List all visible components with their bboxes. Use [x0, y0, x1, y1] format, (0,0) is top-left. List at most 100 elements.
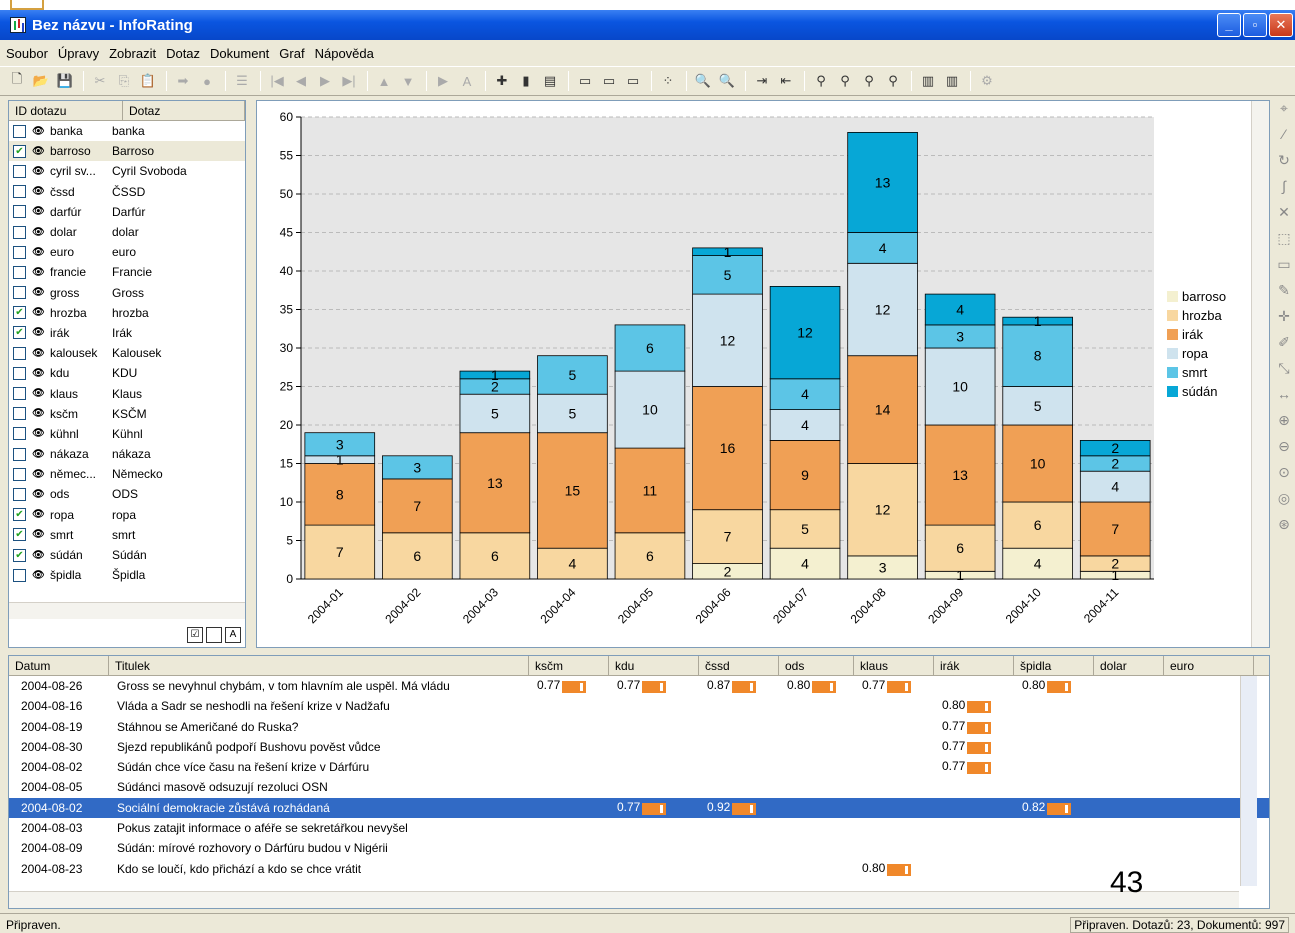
save-icon[interactable]: 💾	[54, 70, 76, 92]
query-checkbox[interactable]	[13, 387, 26, 401]
column-header[interactable]: Datum	[9, 656, 109, 675]
bar-chart-icon[interactable]: ▮	[515, 70, 537, 92]
search356-icon[interactable]: ⚲	[882, 70, 904, 92]
query-checkbox[interactable]	[13, 205, 26, 219]
paste-icon[interactable]: 📋	[137, 70, 159, 92]
query-checkbox[interactable]	[13, 447, 26, 461]
query-checkbox[interactable]	[13, 164, 26, 178]
table-row[interactable]: 2004-08-19 Stáhnou se Američané do Ruska?…	[9, 717, 1269, 737]
down-icon[interactable]: ▼	[397, 70, 419, 92]
copy-icon[interactable]: ⎘	[113, 70, 135, 92]
query-checkbox[interactable]: ✔	[13, 144, 26, 158]
zoom-in-icon[interactable]: ⊕	[1273, 412, 1295, 438]
query-row[interactable]: 👁 cyril sv... Cyril Svoboda	[9, 161, 245, 181]
document-horizontal-scrollbar[interactable]	[9, 891, 1239, 908]
query-checkbox[interactable]: ✔	[13, 508, 26, 522]
tool-cursor-icon[interactable]: ✛	[1273, 308, 1295, 334]
first-icon[interactable]: |◀	[266, 70, 288, 92]
next-icon[interactable]: ▶	[314, 70, 336, 92]
query-row[interactable]: 👁 kühnl Kühnl	[9, 424, 245, 444]
font-icon[interactable]: A	[456, 70, 478, 92]
tool-resize-icon[interactable]: ↔	[1273, 386, 1295, 412]
layout3-icon[interactable]: ▭	[622, 70, 644, 92]
open-icon[interactable]: 📂	[30, 70, 52, 92]
cut-icon[interactable]: ✂	[89, 70, 111, 92]
column-header-query-id[interactable]: ID dotazu	[9, 101, 123, 120]
query-row[interactable]: 👁 kalousek Kalousek	[9, 343, 245, 363]
menu-2[interactable]: Zobrazit	[109, 46, 156, 61]
search1-icon[interactable]: ⚲	[810, 70, 832, 92]
zoom-out-icon[interactable]: ⊖	[1273, 438, 1295, 464]
query-row[interactable]: 👁 gross Gross	[9, 283, 245, 303]
table-row[interactable]: 2004-08-05 Súdánci masově odsuzují rezolu…	[9, 777, 1269, 797]
bars1-icon[interactable]: ▥	[917, 70, 939, 92]
last-icon[interactable]: ▶|	[338, 70, 360, 92]
tool-edit-icon[interactable]: ✐	[1273, 334, 1295, 360]
layout1-icon[interactable]: ▭	[574, 70, 596, 92]
table-row[interactable]: 2004-08-23 Kdo se loučí, kdo přichází a k…	[9, 859, 1269, 879]
tool-arrows-icon[interactable]: ⤡	[1273, 360, 1295, 386]
settings-icon[interactable]: ⚙	[976, 70, 998, 92]
column-header[interactable]: čssd	[699, 656, 779, 675]
table-row[interactable]: 2004-08-30 Sjezd republikánů podpoří Bush…	[9, 737, 1269, 757]
check-all-icon[interactable]: ☑	[187, 627, 203, 643]
zoom-prev-icon[interactable]: ◎	[1273, 490, 1295, 516]
import-icon[interactable]: ⇤	[775, 70, 797, 92]
query-row[interactable]: 👁 dolar dolar	[9, 222, 245, 242]
query-checkbox[interactable]	[13, 568, 26, 582]
menu-4[interactable]: Dokument	[210, 46, 269, 61]
query-checkbox[interactable]	[13, 265, 26, 279]
close-button[interactable]: ✕	[1269, 13, 1293, 37]
table-row[interactable]: 2004-08-03 Pokus zatajit informace o aféř…	[9, 818, 1269, 838]
query-checkbox[interactable]: ✔	[13, 528, 26, 542]
query-row[interactable]: 👁 špidla Špidla	[9, 565, 245, 585]
table-row[interactable]: 2004-08-16 Vláda a Sadr se neshodli na ře…	[9, 696, 1269, 716]
layout2-icon[interactable]: ▭	[598, 70, 620, 92]
tool-cross-icon[interactable]: ✕	[1273, 204, 1295, 230]
query-checkbox[interactable]	[13, 407, 26, 421]
query-checkbox[interactable]: ✔	[13, 326, 26, 340]
tool-move-icon[interactable]: ⌖	[1273, 100, 1295, 126]
query-row[interactable]: ✔ 👁 hrozba hrozba	[9, 303, 245, 323]
export-icon[interactable]: ⇥	[751, 70, 773, 92]
zoom-b-icon[interactable]: 🔍	[716, 70, 738, 92]
tool-rotate-icon[interactable]: ↻	[1273, 152, 1295, 178]
query-row[interactable]: 👁 banka banka	[9, 121, 245, 141]
query-row[interactable]: ✔ 👁 súdán Súdán	[9, 545, 245, 565]
table-row[interactable]: 2004-08-02 Súdán chce více času na řešení…	[9, 757, 1269, 777]
menu-1[interactable]: Úpravy	[58, 46, 99, 61]
column-header[interactable]: klaus	[854, 656, 934, 675]
zoom-fit-icon[interactable]: ⊙	[1273, 464, 1295, 490]
query-checkbox[interactable]	[13, 487, 26, 501]
query-checkbox[interactable]	[13, 427, 26, 441]
column-header[interactable]: ksčm	[529, 656, 609, 675]
query-row[interactable]: ✔ 👁 ropa ropa	[9, 505, 245, 525]
query-row[interactable]: 👁 darfúr Darfúr	[9, 202, 245, 222]
query-row[interactable]: 👁 němec... Německo	[9, 464, 245, 484]
column-header[interactable]: Titulek	[109, 656, 529, 675]
search7-icon[interactable]: ⚲	[834, 70, 856, 92]
bars2-icon[interactable]: ▥	[941, 70, 963, 92]
play-icon[interactable]: ▶	[432, 70, 454, 92]
list-icon[interactable]: ☰	[231, 70, 253, 92]
record-icon[interactable]: ●	[196, 70, 218, 92]
column-header[interactable]: kdu	[609, 656, 699, 675]
send-icon[interactable]: ➡	[172, 70, 194, 92]
query-checkbox[interactable]	[13, 185, 26, 199]
query-row[interactable]: 👁 francie Francie	[9, 262, 245, 282]
column-header[interactable]: euro	[1164, 656, 1254, 675]
query-row[interactable]: 👁 čssd ČSSD	[9, 182, 245, 202]
query-checkbox[interactable]: ✔	[13, 306, 26, 320]
query-row[interactable]: 👁 klaus Klaus	[9, 383, 245, 403]
report-icon[interactable]: ▤	[539, 70, 561, 92]
query-row[interactable]: ✔ 👁 irák Irák	[9, 323, 245, 343]
search30-icon[interactable]: ⚲	[858, 70, 880, 92]
query-row[interactable]: 👁 kdu KDU	[9, 363, 245, 383]
column-header[interactable]: irák	[934, 656, 1014, 675]
uncheck-all-icon[interactable]	[206, 627, 222, 643]
tool-wrench-icon[interactable]: ✎	[1273, 282, 1295, 308]
query-row[interactable]: ✔ 👁 smrt smrt	[9, 525, 245, 545]
query-row[interactable]: ✔ 👁 barroso Barroso	[9, 141, 245, 162]
minimize-button[interactable]: _	[1217, 13, 1241, 37]
scatter-icon[interactable]: ⁘	[657, 70, 679, 92]
